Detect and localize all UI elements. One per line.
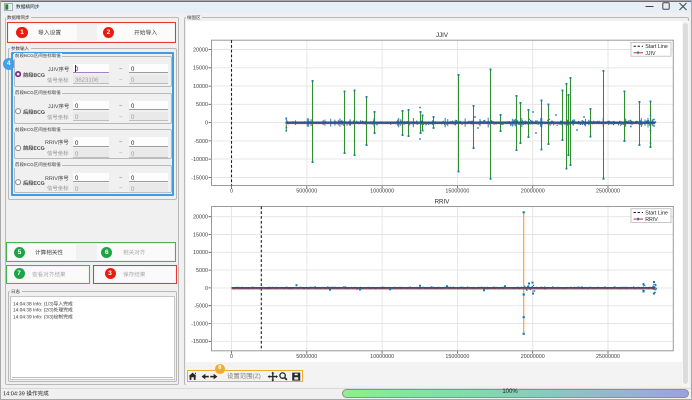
svg-text:10000: 10000 — [193, 250, 208, 256]
svg-text:-10000: -10000 — [191, 321, 208, 327]
svg-text:RRIV: RRIV — [645, 217, 658, 223]
svg-text:-5000: -5000 — [194, 304, 208, 310]
svg-text:-5000: -5000 — [194, 139, 208, 145]
svg-text:20000000: 20000000 — [521, 189, 545, 195]
svg-text:10000000: 10000000 — [370, 354, 394, 360]
svg-text:15000: 15000 — [193, 232, 208, 238]
svg-text:10000000: 10000000 — [370, 189, 394, 195]
svg-text:5000000: 5000000 — [296, 189, 317, 195]
svg-text:JJIV: JJIV — [436, 32, 449, 39]
svg-text:25000000: 25000000 — [596, 354, 620, 360]
svg-text:0: 0 — [230, 189, 233, 195]
svg-text:0: 0 — [205, 286, 208, 292]
svg-text:15000: 15000 — [193, 66, 208, 72]
svg-text:-10000: -10000 — [191, 157, 208, 163]
svg-text:RRIV: RRIV — [435, 198, 451, 205]
svg-text:-15000: -15000 — [191, 175, 208, 181]
svg-text:0: 0 — [230, 354, 233, 360]
svg-text:15000000: 15000000 — [445, 189, 469, 195]
svg-text:15000000: 15000000 — [445, 354, 469, 360]
svg-text:10000: 10000 — [193, 84, 208, 90]
svg-text:-15000: -15000 — [191, 339, 208, 345]
svg-text:20000: 20000 — [193, 215, 208, 221]
svg-text:5000000: 5000000 — [296, 354, 317, 360]
svg-text:Start Line: Start Line — [645, 211, 668, 217]
svg-text:JJIV: JJIV — [645, 51, 656, 57]
svg-text:5000: 5000 — [196, 102, 208, 108]
svg-text:0: 0 — [205, 121, 208, 127]
svg-text:25000000: 25000000 — [596, 189, 620, 195]
svg-text:20000: 20000 — [193, 47, 208, 53]
svg-text:5000: 5000 — [196, 268, 208, 274]
svg-text:Start Line: Start Line — [645, 44, 668, 50]
svg-text:20000000: 20000000 — [521, 354, 545, 360]
